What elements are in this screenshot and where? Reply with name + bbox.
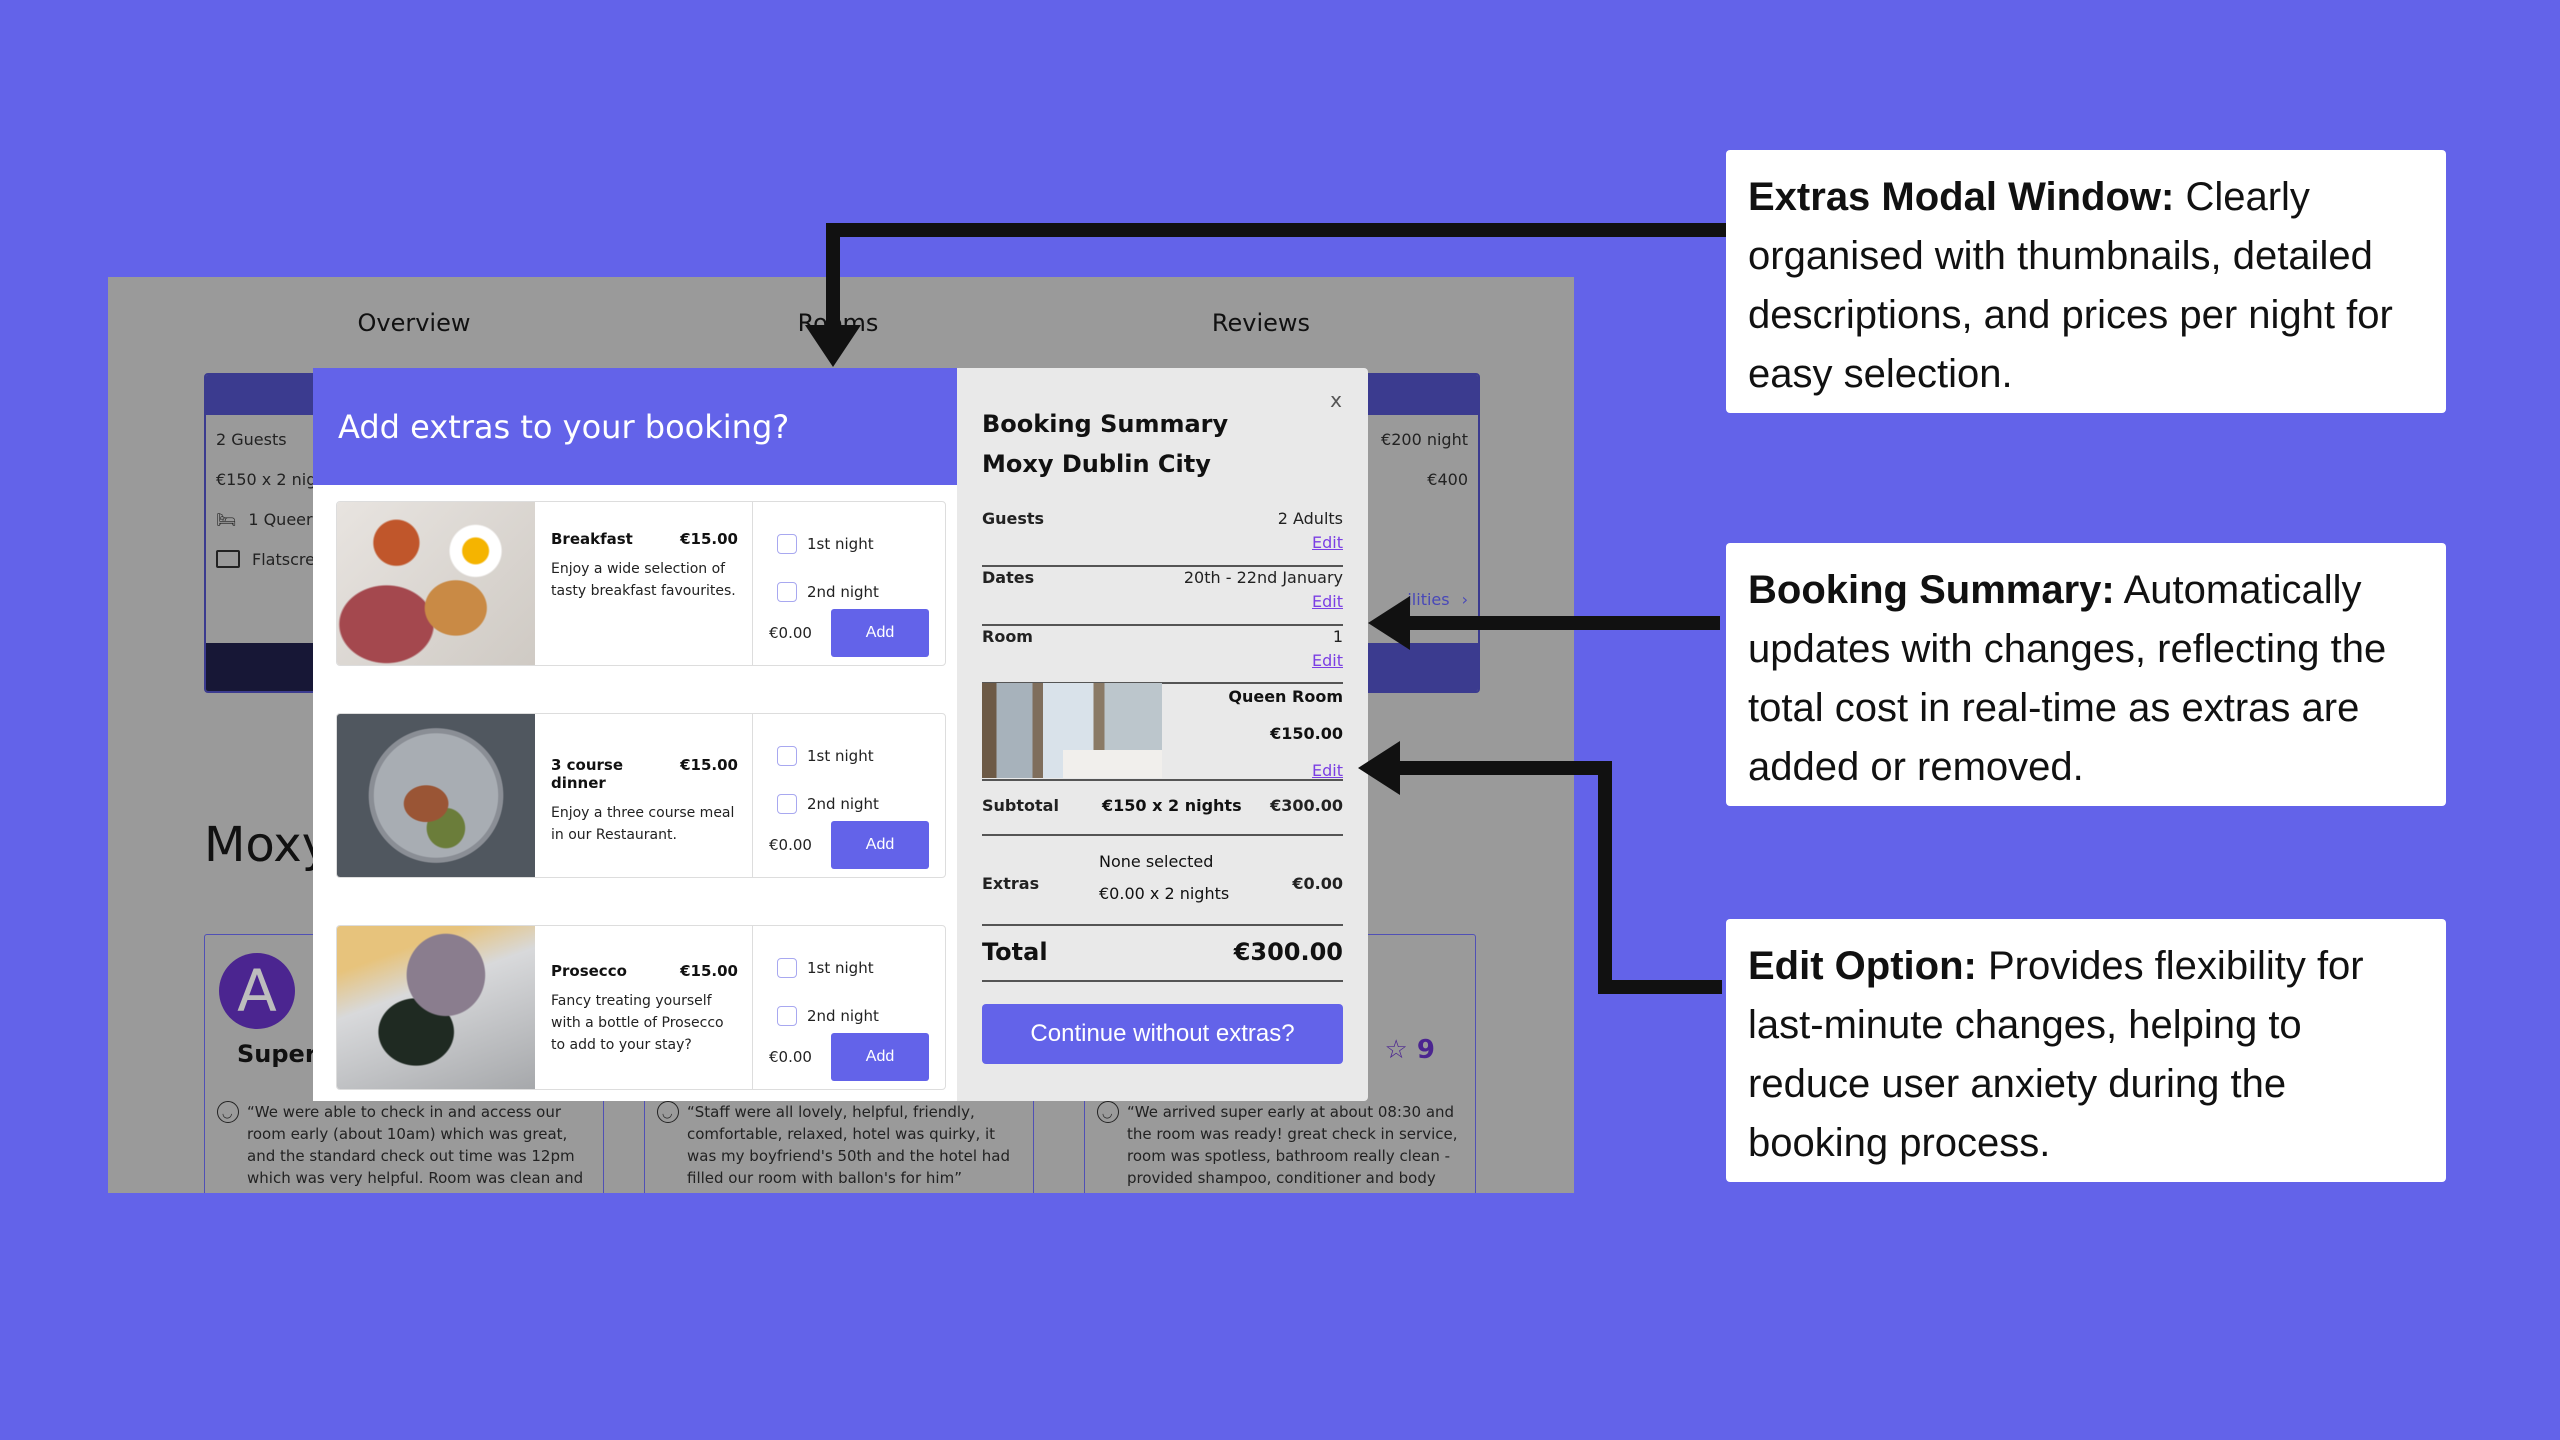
dinner-thumbnail [337,714,535,877]
divider [982,624,1343,626]
callout-extras-modal: Extras Modal Window: Clearly organised w… [1726,150,2446,413]
checkbox-icon[interactable] [777,534,797,554]
extra-price: €15.00 [680,962,738,980]
avatar: A [219,953,295,1029]
extra-price: €15.00 [680,756,738,774]
review-text: “Staff were all lovely, helpful, friendl… [657,1101,1023,1189]
extra-description: Fancy treating yourself with a bottle of… [551,993,724,1053]
divider [982,980,1343,982]
tab-overview[interactable]: Overview [358,309,471,337]
extra-item-prosecco: Prosecco €15.00 Fancy treating yourself w… [336,925,946,1090]
night-1-checkbox[interactable]: 1st night [777,732,929,780]
add-prosecco-button[interactable]: Add [831,1033,929,1081]
checkbox-icon[interactable] [777,746,797,766]
tab-reviews[interactable]: Reviews [1212,309,1310,337]
summary-dates-row: Dates 20th - 22nd January Edit [982,568,1343,611]
smiley-icon [217,1101,239,1124]
arrow-line [1400,616,1720,630]
arrowhead-icon [1358,741,1400,795]
extra-selected-total: €0.00 [769,1048,812,1066]
divider [982,834,1343,836]
arrow-line [826,223,840,333]
divider [982,565,1343,567]
bed-icon: 🛏 [216,509,237,529]
extra-name: Prosecco [551,962,627,980]
arrow-line [826,223,1726,237]
review-rating: ☆ 9 [1384,1035,1435,1065]
summary-extras-row: Extras None selected €0.00 x 2 nights €0… [982,852,1343,903]
total-label: Total [982,938,1048,966]
arrow-line [1390,761,1612,775]
callout-booking-summary: Booking Summary: Automatically updates w… [1726,543,2446,806]
review-text: “We were able to check in and access our… [217,1101,593,1189]
edit-room-type-link[interactable]: Edit [1228,761,1343,780]
arrowhead-icon [805,325,861,367]
extra-name: Breakfast [551,530,633,548]
room-detail: Queen Room €150.00 Edit [1228,683,1343,780]
queen-room-thumbnail [982,683,1162,778]
edit-guests-link[interactable]: Edit [1312,533,1343,552]
smiley-icon [657,1101,679,1124]
review-text: “We arrived super early at about 08:30 a… [1097,1101,1465,1189]
checkbox-icon[interactable] [777,1006,797,1026]
summary-total-row: Total €300.00 [982,938,1343,966]
callout-edit-option: Edit Option: Provides flexibility for la… [1726,919,2446,1182]
extras-modal-title: Add extras to your booking? [313,368,957,485]
continue-without-extras-button[interactable]: Continue without extras? [982,1004,1343,1064]
total-value: €300.00 [1233,938,1343,966]
extra-item-dinner: 3 course dinner €15.00 Enjoy a three cour… [336,713,946,878]
room-price: €150.00 [1270,724,1343,743]
checkbox-icon[interactable] [777,582,797,602]
arrow-line [1598,761,1612,993]
close-icon[interactable]: x [1330,388,1342,412]
edit-dates-link[interactable]: Edit [1312,592,1343,611]
extras-panel: Add extras to your booking? Breakfast €15… [313,368,957,1101]
breakfast-thumbnail [337,502,535,665]
chevron-right-icon: › [1461,589,1468,609]
extra-name: 3 course dinner [551,756,624,792]
summary-subtotal-row: Subtotal €150 x 2 nights €300.00 [982,796,1343,815]
night-1-checkbox[interactable]: 1st night [777,520,929,568]
arrow-line [1598,980,1722,994]
checkbox-icon[interactable] [777,794,797,814]
booking-summary-panel: x Booking Summary Moxy Dublin City Guest… [957,368,1368,1101]
extra-item-breakfast: Breakfast €15.00 Enjoy a wide selection o… [336,501,946,666]
extras-modal: Add extras to your booking? Breakfast €15… [313,368,1368,1101]
summary-guests-row: Guests 2 Adults Edit [982,509,1343,552]
add-breakfast-button[interactable]: Add [831,609,929,657]
tv-icon [216,550,240,568]
divider [982,779,1343,781]
extra-description: Enjoy a wide selection of tasty breakfas… [551,561,736,599]
room-name: Queen Room [1228,687,1343,706]
arrowhead-icon [1368,596,1410,650]
star-icon: ☆ [1384,1035,1408,1065]
summary-hotel-name: Moxy Dublin City [982,450,1211,478]
divider [982,924,1343,926]
prosecco-thumbnail [337,926,535,1089]
extra-description: Enjoy a three course meal in our Restaur… [551,805,735,843]
smiley-icon [1097,1101,1119,1124]
checkbox-icon[interactable] [777,958,797,978]
edit-room-link[interactable]: Edit [1312,651,1343,670]
hotel-title: Moxy [204,817,331,873]
extra-price: €15.00 [680,530,738,548]
summary-title: Booking Summary [982,410,1229,438]
add-dinner-button[interactable]: Add [831,821,929,869]
extra-selected-total: €0.00 [769,836,812,854]
summary-room-row: Room 1 Edit [982,627,1343,670]
night-1-checkbox[interactable]: 1st night [777,944,929,992]
extra-selected-total: €0.00 [769,624,812,642]
